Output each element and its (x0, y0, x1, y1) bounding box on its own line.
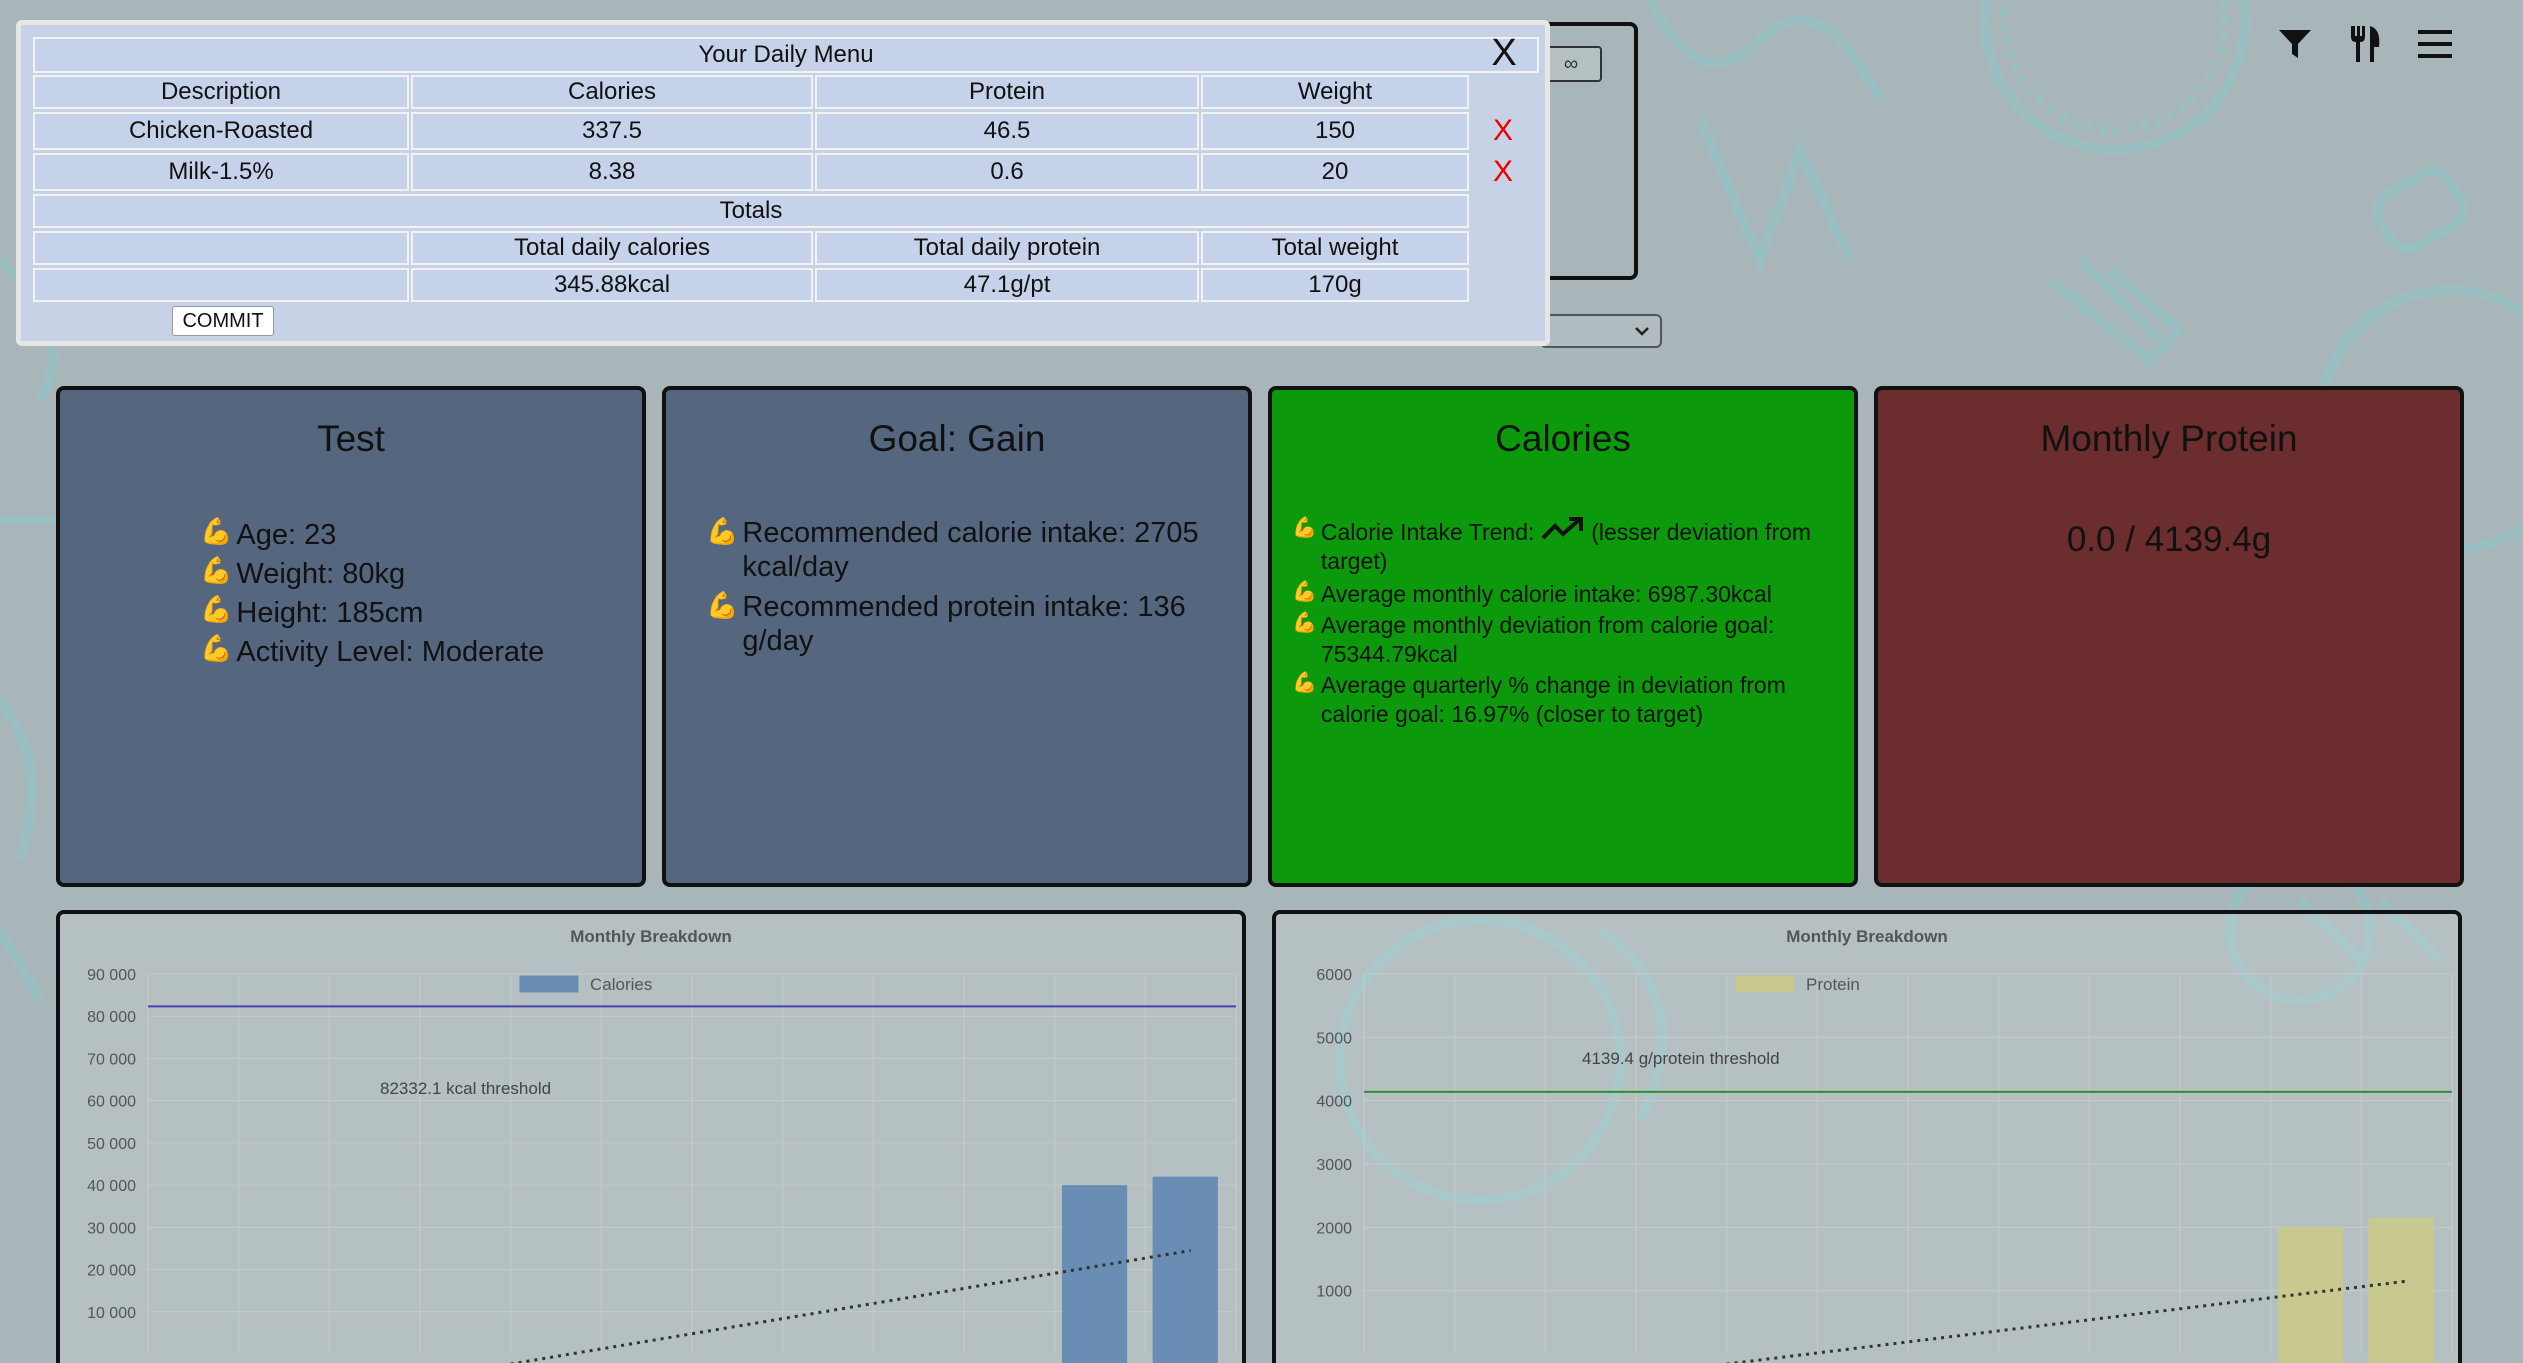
y-tick-label: 90 000 (87, 967, 136, 984)
totals-label: Totals (33, 194, 1469, 228)
calorie-trend-item: 💪 Calorie Intake Trend: (lesser deviatio… (1292, 517, 1812, 574)
flexed-bicep-icon: 💪 (706, 516, 739, 546)
y-tick-label: 1000 (1316, 1284, 1352, 1301)
row-2-calories: 8.38 (411, 153, 813, 191)
flexed-bicep-icon: 💪 (200, 516, 233, 546)
profile-title: Test (317, 418, 385, 459)
calories-chart-panel: Monthly Breakdown Calories 10 000 20 000 30 … (56, 910, 1246, 1363)
list-item: 💪 Age: 23 (200, 516, 337, 551)
delete-row-1-icon[interactable]: X (1488, 114, 1518, 147)
protein-chart-panel: Monthly Breakdown Protein 1000 2000 3000 4000… (1272, 910, 2462, 1363)
filter-icon[interactable] (2277, 26, 2313, 62)
monthly-protein-card: Monthly Protein 0.0 / 4139.4g (1874, 386, 2464, 887)
header-calories: Calories (411, 75, 813, 109)
flexed-bicep-icon: 💪 (200, 594, 233, 624)
header-weight: Weight (1201, 75, 1469, 109)
flexed-bicep-icon: 💪 (200, 633, 233, 663)
y-tick-label: 50 000 (87, 1136, 136, 1153)
daily-menu-modal: Your Daily Menu X Description Calories P… (16, 20, 1550, 346)
y-tick-label: 60 000 (87, 1094, 136, 1111)
bar (1061, 1185, 1128, 1363)
list-item: 💪 Weight: 80kg (200, 555, 406, 590)
y-tick-label: 20 000 (87, 1263, 136, 1280)
bar (2368, 1217, 2434, 1363)
y-tick-label: 30 000 (87, 1220, 136, 1237)
flexed-bicep-icon: 💪 (1292, 517, 1317, 539)
top-nav (2277, 26, 2453, 62)
monthly-protein-title: Monthly Protein (2040, 418, 2298, 459)
legend-label: Calories (590, 975, 652, 994)
y-tick-label: 6000 (1316, 967, 1352, 984)
row-2-description: Milk-1.5% (33, 153, 409, 191)
y-tick-label: 70 000 (87, 1051, 136, 1068)
calories-title: Calories (1495, 418, 1631, 459)
bar (2277, 1227, 2344, 1363)
commit-button[interactable]: COMMIT (172, 306, 274, 336)
totals-empty-cell (33, 268, 409, 302)
calories-chart: Monthly Breakdown Calories 10 000 20 000 30 … (87, 927, 1237, 1363)
chart-title: Monthly Breakdown (1786, 927, 1948, 946)
list-item: 💪 Activity Level: Moderate (200, 633, 545, 668)
totals-empty-cell (33, 231, 409, 265)
row-1-calories: 337.5 (411, 112, 813, 150)
flexed-bicep-icon: 💪 (1292, 612, 1317, 634)
row-2-weight: 20 (1201, 153, 1469, 191)
y-tick-label: 3000 (1316, 1157, 1352, 1174)
monthly-protein-value: 0.0 / 4139.4g (2066, 520, 2272, 559)
row-1-protein: 46.5 (815, 112, 1199, 150)
y-tick-label: 2000 (1316, 1220, 1352, 1237)
total-weight-header: Total weight (1201, 231, 1469, 265)
y-tick-label: 80 000 (87, 1009, 136, 1026)
total-calories-header: Total daily calories (411, 231, 813, 265)
modal-title: Your Daily Menu (33, 37, 1539, 73)
list-item: 💪 Average monthly deviation from calorie … (1292, 612, 1775, 667)
list-item: 💪 Average quarterly % change in deviation… (1292, 672, 1786, 727)
legend-swatch (1735, 975, 1795, 993)
protein-chart: Monthly Breakdown Protein 1000 2000 3000 4000… (1316, 927, 2453, 1363)
list-item: 💪 Recommended calorie intake: 2705 kcal/d… (706, 516, 1199, 583)
y-tick-label: 5000 (1316, 1030, 1352, 1047)
threshold-label: 4139.4 g/protein threshold (1582, 1049, 1780, 1068)
period-select[interactable] (1540, 314, 1662, 348)
total-calories-value: 345.88kcal (411, 268, 813, 302)
trending-up-icon (1541, 517, 1583, 540)
flexed-bicep-icon: 💪 (706, 590, 739, 620)
flexed-bicep-icon: 💪 (1292, 672, 1317, 694)
header-description: Description (33, 75, 409, 109)
list-item: 💪 Average monthly calorie intake: 6987.30… (1292, 581, 1772, 607)
total-weight-value: 170g (1201, 268, 1469, 302)
legend-label: Protein (1806, 975, 1860, 994)
row-1-description: Chicken-Roasted (33, 112, 409, 150)
goal-title: Goal: Gain (868, 418, 1046, 459)
list-item: 💪 Recommended protein intake: 136 g/day (706, 590, 1186, 657)
flexed-bicep-icon: 💪 (200, 555, 233, 585)
header-protein: Protein (815, 75, 1199, 109)
flexed-bicep-icon: 💪 (1292, 581, 1317, 603)
total-protein-header: Total daily protein (815, 231, 1199, 265)
total-protein-value: 47.1g/pt (815, 268, 1199, 302)
bar (1152, 1176, 1218, 1363)
threshold-label: 82332.1 kcal threshold (380, 1079, 551, 1098)
close-icon[interactable]: X (1483, 32, 1525, 74)
chart-title: Monthly Breakdown (570, 927, 732, 946)
hamburger-menu-icon[interactable] (2417, 26, 2453, 62)
profile-card: Test 💪 Age: 23 💪 Weight: 80kg 💪 Height: 185… (56, 386, 646, 887)
y-tick-label: 4000 (1316, 1094, 1352, 1111)
y-tick-label: 40 000 (87, 1178, 136, 1195)
fork-knife-icon[interactable] (2347, 26, 2383, 62)
delete-row-2-icon[interactable]: X (1488, 155, 1518, 188)
row-1-weight: 150 (1201, 112, 1469, 150)
chevron-down-icon (1635, 327, 1649, 336)
calories-card: Calories 💪 Calorie Intake Trend: (lesser… (1268, 386, 1858, 887)
legend-swatch (519, 975, 579, 993)
list-item: 💪 Height: 185cm (200, 594, 424, 629)
goal-card: Goal: Gain 💪 Recommended calorie intake: … (662, 386, 1252, 887)
y-tick-label: 10 000 (87, 1305, 136, 1322)
row-2-protein: 0.6 (815, 153, 1199, 191)
